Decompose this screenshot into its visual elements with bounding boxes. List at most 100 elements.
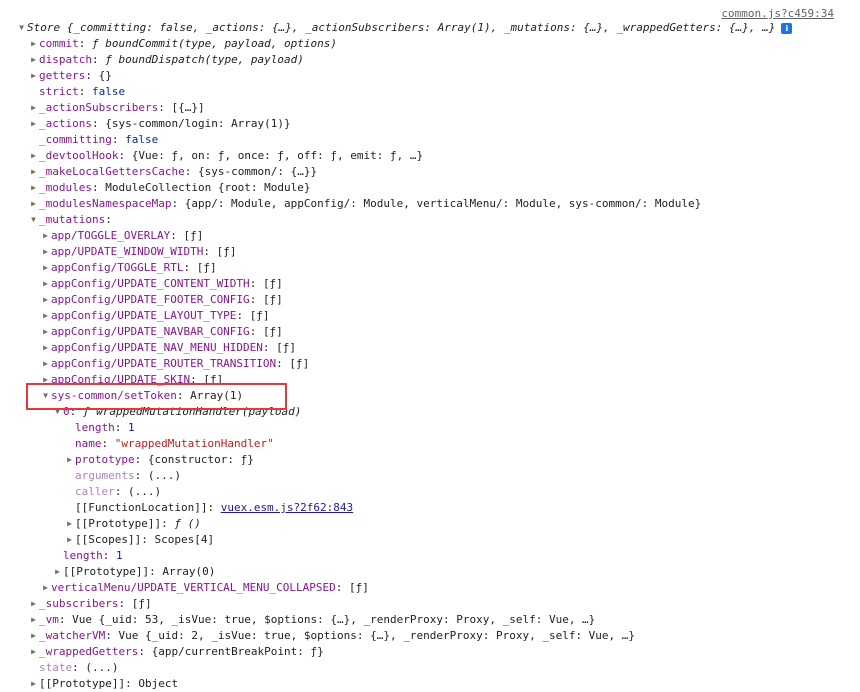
tree-row[interactable]: ▼ Store {_committing: false, _actions: {…… bbox=[0, 20, 860, 36]
collapsed-arrow-icon[interactable]: ▶ bbox=[40, 356, 51, 372]
tree-row: ▶name: "wrappedMutationHandler" bbox=[0, 436, 860, 452]
colon-separator: : bbox=[184, 165, 198, 178]
expanded-arrow-icon[interactable]: ▼ bbox=[16, 20, 27, 36]
tree-row[interactable]: ▶ _devtoolHook: {Vue: ƒ, on: ƒ, once: ƒ, … bbox=[0, 148, 860, 164]
collapsed-arrow-icon[interactable]: ▶ bbox=[40, 244, 51, 260]
collapsed-arrow-icon[interactable]: ▶ bbox=[64, 516, 75, 532]
collapsed-arrow-icon[interactable]: ▶ bbox=[40, 292, 51, 308]
tree-row[interactable]: ▶ prototype: {constructor: ƒ} bbox=[0, 452, 860, 468]
collapsed-arrow-icon[interactable]: ▶ bbox=[64, 532, 75, 548]
collapsed-arrow-icon[interactable]: ▶ bbox=[28, 180, 39, 196]
tree-row[interactable]: ▶ _makeLocalGettersCache: {sys-common/: {… bbox=[0, 164, 860, 180]
colon-separator: : bbox=[91, 117, 106, 130]
tree-row[interactable]: ▶ appConfig/UPDATE_LAYOUT_TYPE: [ƒ] bbox=[0, 308, 860, 324]
property-key: [[FunctionLocation]] bbox=[75, 501, 208, 514]
function-location-link[interactable]: vuex.esm.js?2f62:843 bbox=[221, 501, 353, 514]
collapsed-arrow-icon[interactable]: ▶ bbox=[40, 324, 51, 340]
tree-row[interactable]: ▶ appConfig/UPDATE_NAV_MENU_HIDDEN: [ƒ] bbox=[0, 340, 860, 356]
colon-separator: : bbox=[138, 645, 152, 658]
property-key: _mutations bbox=[39, 213, 106, 226]
collapsed-arrow-icon[interactable]: ▶ bbox=[28, 36, 39, 52]
tree-row[interactable]: ▶ _wrappedGetters: {app/currentBreakPoint… bbox=[0, 644, 860, 660]
tree-row[interactable]: ▶ dispatch: ƒ boundDispatch(type, payload… bbox=[0, 52, 860, 68]
tree-row[interactable]: ▼ sys-common/setToken: Array(1) bbox=[0, 388, 860, 404]
property-key: getters bbox=[39, 69, 86, 82]
tree-row[interactable]: ▶ [[Scopes]]: Scopes[4] bbox=[0, 532, 860, 548]
tree-row[interactable]: ▶ _vm: Vue {_uid: 53, _isVue: true, $opti… bbox=[0, 612, 860, 628]
collapsed-arrow-icon[interactable]: ▶ bbox=[40, 228, 51, 244]
tree-row[interactable]: ▶ _watcherVM: Vue {_uid: 2, _isVue: true,… bbox=[0, 628, 860, 644]
property-value: Store {_committing: false, _actions: {…}… bbox=[27, 21, 776, 34]
expanded-arrow-icon[interactable]: ▼ bbox=[52, 404, 63, 420]
tree-row[interactable]: ▶ getters: {} bbox=[0, 68, 860, 84]
property-key: app/TOGGLE_OVERLAY bbox=[51, 229, 171, 242]
collapsed-arrow-icon[interactable]: ▶ bbox=[40, 580, 51, 596]
collapsed-arrow-icon[interactable]: ▶ bbox=[28, 148, 39, 164]
property-key: sys-common/setToken bbox=[51, 389, 177, 402]
tree-row[interactable]: ▶ _actionSubscribers: [{…}] bbox=[0, 100, 860, 116]
property-value: {app/currentBreakPoint: ƒ} bbox=[151, 645, 324, 658]
collapsed-arrow-icon[interactable]: ▶ bbox=[40, 372, 51, 388]
tree-row[interactable]: ▶ appConfig/UPDATE_ROUTER_TRANSITION: [ƒ] bbox=[0, 356, 860, 372]
collapsed-arrow-icon[interactable]: ▶ bbox=[40, 308, 51, 324]
source-link[interactable]: common.js?c459:34 bbox=[721, 7, 834, 20]
tree-row[interactable]: ▶ [[Prototype]]: Array(0) bbox=[0, 564, 860, 580]
property-value: {app/: Module, appConfig/: Module, verti… bbox=[184, 197, 702, 210]
tree-row[interactable]: ▶ appConfig/UPDATE_CONTENT_WIDTH: [ƒ] bbox=[0, 276, 860, 292]
collapsed-arrow-icon[interactable]: ▶ bbox=[28, 100, 39, 116]
property-key: [[Prototype]] bbox=[39, 677, 126, 690]
collapsed-arrow-icon[interactable]: ▶ bbox=[28, 68, 39, 84]
collapsed-arrow-icon[interactable]: ▶ bbox=[28, 196, 39, 212]
colon-separator: : bbox=[276, 357, 290, 370]
tree-row[interactable]: ▶ _actions: {sys-common/login: Array(1)} bbox=[0, 116, 860, 132]
tree-row[interactable]: ▶ app/TOGGLE_OVERLAY: [ƒ] bbox=[0, 228, 860, 244]
tree-row[interactable]: ▶ appConfig/UPDATE_NAVBAR_CONFIG: [ƒ] bbox=[0, 324, 860, 340]
property-key: dispatch bbox=[39, 53, 92, 66]
collapsed-arrow-icon[interactable]: ▶ bbox=[28, 164, 39, 180]
collapsed-arrow-icon[interactable]: ▶ bbox=[28, 676, 39, 692]
tree-row[interactable]: ▼ 0: ƒ wrappedMutationHandler(payload) bbox=[0, 404, 860, 420]
property-key: appConfig/UPDATE_FOOTER_CONFIG bbox=[51, 293, 250, 306]
tree-row: ▶[[FunctionLocation]]: vuex.esm.js?2f62:… bbox=[0, 500, 860, 516]
collapsed-arrow-icon[interactable]: ▶ bbox=[28, 628, 39, 644]
collapsed-arrow-icon[interactable]: ▶ bbox=[64, 452, 75, 468]
collapsed-arrow-icon[interactable]: ▶ bbox=[28, 612, 39, 628]
colon-separator: : bbox=[58, 613, 73, 626]
property-value: {sys-common/: {…}} bbox=[197, 165, 318, 178]
tree-row[interactable]: ▶ [[Prototype]]: Object bbox=[0, 676, 860, 692]
tree-row[interactable]: ▶ appConfig/TOGGLE_RTL: [ƒ] bbox=[0, 260, 860, 276]
collapsed-arrow-icon[interactable]: ▶ bbox=[40, 340, 51, 356]
collapsed-arrow-icon[interactable]: ▶ bbox=[28, 116, 39, 132]
collapsed-arrow-icon[interactable]: ▶ bbox=[28, 596, 39, 612]
property-value: [ƒ] bbox=[203, 373, 224, 386]
collapsed-arrow-icon[interactable]: ▶ bbox=[40, 260, 51, 276]
collapsed-arrow-icon[interactable]: ▶ bbox=[28, 52, 39, 68]
collapsed-arrow-icon[interactable]: ▶ bbox=[52, 564, 63, 580]
expanded-arrow-icon[interactable]: ▼ bbox=[40, 388, 51, 404]
property-key: appConfig/UPDATE_NAVBAR_CONFIG bbox=[51, 325, 250, 338]
info-icon[interactable]: i bbox=[781, 22, 793, 34]
tree-row[interactable]: ▶ appConfig/UPDATE_FOOTER_CONFIG: [ƒ] bbox=[0, 292, 860, 308]
tree-row[interactable]: ▶ verticalMenu/UPDATE_VERTICAL_MENU_COLLA… bbox=[0, 580, 860, 596]
tree-row[interactable]: ▼ _mutations: bbox=[0, 212, 860, 228]
tree-row[interactable]: ▶ appConfig/UPDATE_SKIN: [ƒ] bbox=[0, 372, 860, 388]
tree-row[interactable]: ▶ [[Prototype]]: ƒ () bbox=[0, 516, 860, 532]
tree-row[interactable]: ▶ commit: ƒ boundCommit(type, payload, op… bbox=[0, 36, 860, 52]
property-key: _subscribers bbox=[39, 597, 119, 610]
tree-row[interactable]: ▶ _subscribers: [ƒ] bbox=[0, 596, 860, 612]
colon-separator: : bbox=[105, 213, 112, 226]
property-value: Vue {_uid: 2, _isVue: true, $options: {…… bbox=[118, 629, 636, 642]
property-key: _modulesNamespaceMap bbox=[39, 197, 172, 210]
collapsed-arrow-icon[interactable]: ▶ bbox=[40, 276, 51, 292]
property-value: false bbox=[92, 85, 126, 98]
colon-separator: : bbox=[134, 469, 148, 482]
property-value: [ƒ] bbox=[262, 325, 283, 338]
tree-row[interactable]: ▶ app/UPDATE_WINDOW_WIDTH: [ƒ] bbox=[0, 244, 860, 260]
property-key: appConfig/UPDATE_NAV_MENU_HIDDEN bbox=[51, 341, 263, 354]
tree-row: ▶caller: (...) bbox=[0, 484, 860, 500]
expanded-arrow-icon[interactable]: ▼ bbox=[28, 212, 39, 228]
collapsed-arrow-icon[interactable]: ▶ bbox=[28, 644, 39, 660]
tree-row[interactable]: ▶ _modulesNamespaceMap: {app/: Module, ap… bbox=[0, 196, 860, 212]
tree-row[interactable]: ▶ _modules: ModuleCollection {root: Modul… bbox=[0, 180, 860, 196]
tree-row: ▶arguments: (...) bbox=[0, 468, 860, 484]
